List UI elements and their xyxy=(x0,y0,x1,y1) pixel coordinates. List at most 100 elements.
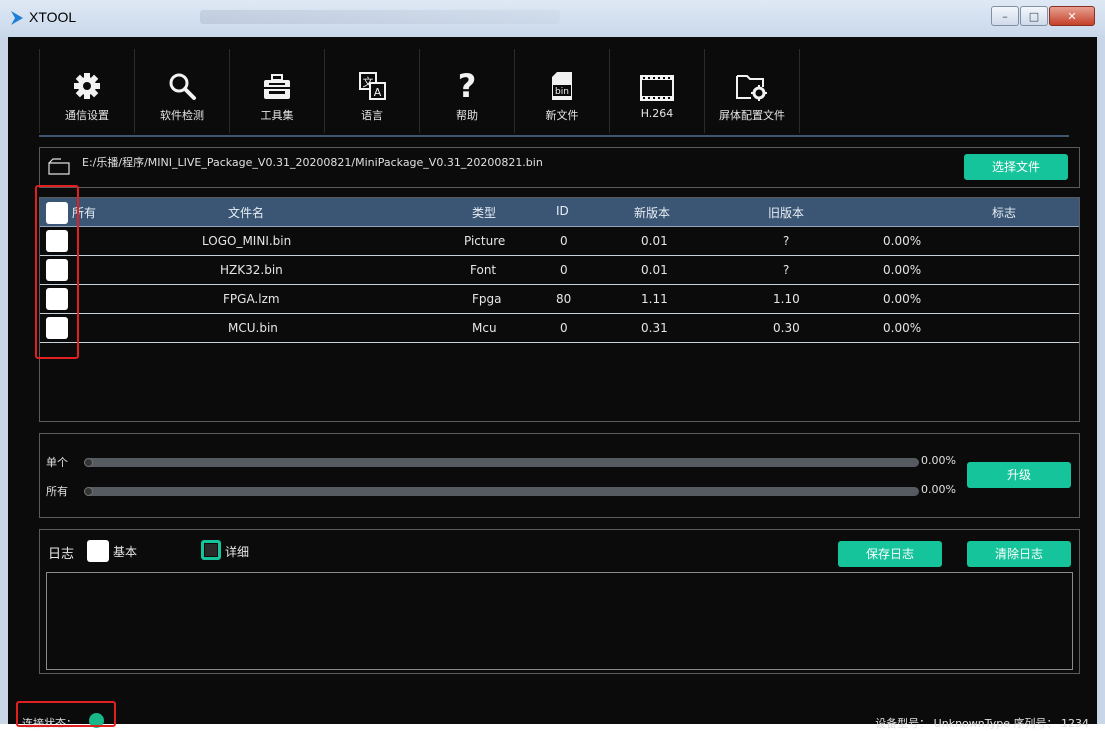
col-old-version[interactable]: 旧版本 xyxy=(768,204,804,221)
cell-filename: HZK32.bin xyxy=(220,263,283,277)
bin-file-icon: bin xyxy=(552,72,572,100)
cell-id: 80 xyxy=(556,292,572,306)
window-title: XTOOL xyxy=(29,9,77,25)
cell-filename: MCU.bin xyxy=(228,321,278,335)
cell-new-version: 0.01 xyxy=(641,263,668,277)
tool-label: 工具集 xyxy=(260,109,294,122)
svg-text:A: A xyxy=(374,86,382,99)
titlebar-blur xyxy=(200,10,560,24)
folder-icon xyxy=(48,158,70,175)
tool-label: 帮助 xyxy=(456,109,478,122)
cell-progress: 0.00% xyxy=(883,263,922,277)
cell-new-version: 0.31 xyxy=(641,321,668,335)
bin-text: bin xyxy=(555,87,569,97)
all-progress-knob xyxy=(84,487,93,496)
single-progress-bar xyxy=(84,458,919,467)
tool-label: 通信设置 xyxy=(65,109,109,122)
tool-comm-settings[interactable]: 通信设置 xyxy=(39,49,134,133)
detail-log-checkbox[interactable] xyxy=(201,540,221,560)
tool-label: 屏体配置文件 xyxy=(719,109,785,122)
log-text-area[interactable] xyxy=(46,572,1073,670)
col-filename[interactable]: 文件名 xyxy=(228,204,264,221)
col-flag[interactable]: 标志 xyxy=(992,204,1016,221)
window-controls: – □ ✕ xyxy=(990,6,1095,26)
cell-type: Font xyxy=(470,263,497,277)
toolbar: 通信设置 软件检测 工具集 文 A 语言 ? 帮助 bin 新文件 H.264 … xyxy=(39,49,800,133)
table-row[interactable]: MCU.bin Mcu 0 0.31 0.30 0.00% xyxy=(40,314,1079,343)
detail-log-label: 详细 xyxy=(225,545,250,559)
cell-progress: 0.00% xyxy=(883,292,922,306)
select-file-button[interactable]: 选择文件 xyxy=(964,154,1068,180)
table-row[interactable]: LOGO_MINI.bin Picture 0 0.01 ? 0.00% xyxy=(40,227,1079,256)
single-progress-knob xyxy=(84,458,93,467)
save-log-button[interactable]: 保存日志 xyxy=(838,541,942,567)
basic-log-label: 基本 xyxy=(113,545,138,559)
close-button[interactable]: ✕ xyxy=(1049,6,1095,26)
checkbox-highlight xyxy=(35,185,79,359)
minimize-button[interactable]: – xyxy=(991,6,1019,26)
tool-toolset[interactable]: 工具集 xyxy=(229,49,324,133)
cell-new-version: 1.11 xyxy=(641,292,668,306)
log-label: 日志 xyxy=(48,547,75,562)
toolbar-divider xyxy=(39,135,1069,137)
file-panel: E:/乐播/程序/MINI_LIVE_Package_V0.31_2020082… xyxy=(39,147,1080,188)
folder-settings-icon xyxy=(736,75,767,101)
cell-filename: LOGO_MINI.bin xyxy=(202,234,292,248)
window-frame-right xyxy=(1097,37,1105,724)
clear-log-button[interactable]: 清除日志 xyxy=(967,541,1071,567)
table-row[interactable]: FPGA.lzm Fpga 80 1.11 1.10 0.00% xyxy=(40,285,1079,314)
device-info: 设备型号： UnknownType 序列号： 1234 xyxy=(875,717,1089,730)
tool-label: 语言 xyxy=(361,109,383,122)
single-progress-percent: 0.00% xyxy=(921,454,956,467)
tool-help[interactable]: ? 帮助 xyxy=(419,49,514,133)
file-table: 所有 文件名 类型 ID 新版本 旧版本 标志 LOGO_MINI.bin Pi… xyxy=(39,197,1080,422)
app-logo-icon xyxy=(11,11,23,25)
title-bar: XTOOL – □ ✕ xyxy=(0,0,1105,38)
cell-filename: FPGA.lzm xyxy=(223,292,280,306)
col-new-version[interactable]: 新版本 xyxy=(634,204,670,221)
all-progress-percent: 0.00% xyxy=(921,483,956,496)
tool-label: 软件检测 xyxy=(160,109,204,122)
all-progress-label: 所有 xyxy=(46,485,68,498)
cell-old-version: ? xyxy=(783,234,790,248)
log-panel: 日志 基本 详细 保存日志 清除日志 xyxy=(39,529,1080,674)
cell-new-version: 0.01 xyxy=(641,234,668,248)
tool-label: 新文件 xyxy=(545,109,579,122)
search-icon xyxy=(169,73,196,100)
cell-type: Picture xyxy=(464,234,506,248)
gear-icon xyxy=(74,73,100,99)
help-icon: ? xyxy=(458,69,477,101)
table-header: 所有 文件名 类型 ID 新版本 旧版本 标志 xyxy=(40,198,1079,227)
upgrade-button[interactable]: 升级 xyxy=(967,462,1071,488)
col-type[interactable]: 类型 xyxy=(472,204,496,221)
file-path: E:/乐播/程序/MINI_LIVE_Package_V0.31_2020082… xyxy=(82,156,543,169)
cell-progress: 0.00% xyxy=(883,321,922,335)
tool-h264[interactable]: H.264 xyxy=(609,49,704,133)
tool-screen-config[interactable]: 屏体配置文件 xyxy=(704,49,800,133)
cell-type: Mcu xyxy=(472,321,497,335)
table-row[interactable]: HZK32.bin Font 0 0.01 ? 0.00% xyxy=(40,256,1079,285)
single-progress-label: 单个 xyxy=(46,456,68,469)
basic-log-checkbox[interactable] xyxy=(87,540,109,562)
cell-old-version: 0.30 xyxy=(773,321,800,335)
cell-type: Fpga xyxy=(472,292,502,306)
tool-software-check[interactable]: 软件检测 xyxy=(134,49,229,133)
tool-new-file[interactable]: bin 新文件 xyxy=(514,49,609,133)
window-frame-left xyxy=(0,37,8,724)
status-highlight xyxy=(16,701,116,727)
progress-panel: 单个 0.00% 所有 0.00% 升级 xyxy=(39,433,1080,518)
toolbox-icon xyxy=(264,74,290,99)
cell-progress: 0.00% xyxy=(883,234,922,248)
col-id[interactable]: ID xyxy=(556,204,569,218)
cell-old-version: 1.10 xyxy=(773,292,800,306)
cell-id: 0 xyxy=(560,321,568,335)
cell-id: 0 xyxy=(560,263,568,277)
film-icon xyxy=(640,75,674,101)
tool-language[interactable]: 文 A 语言 xyxy=(324,49,419,133)
detail-log-checkbox-inner xyxy=(204,543,218,557)
cell-id: 0 xyxy=(560,234,568,248)
all-progress-bar xyxy=(84,487,919,496)
maximize-button[interactable]: □ xyxy=(1020,6,1048,26)
svg-text:?: ? xyxy=(458,69,477,101)
translate-icon: 文 A xyxy=(359,72,386,100)
